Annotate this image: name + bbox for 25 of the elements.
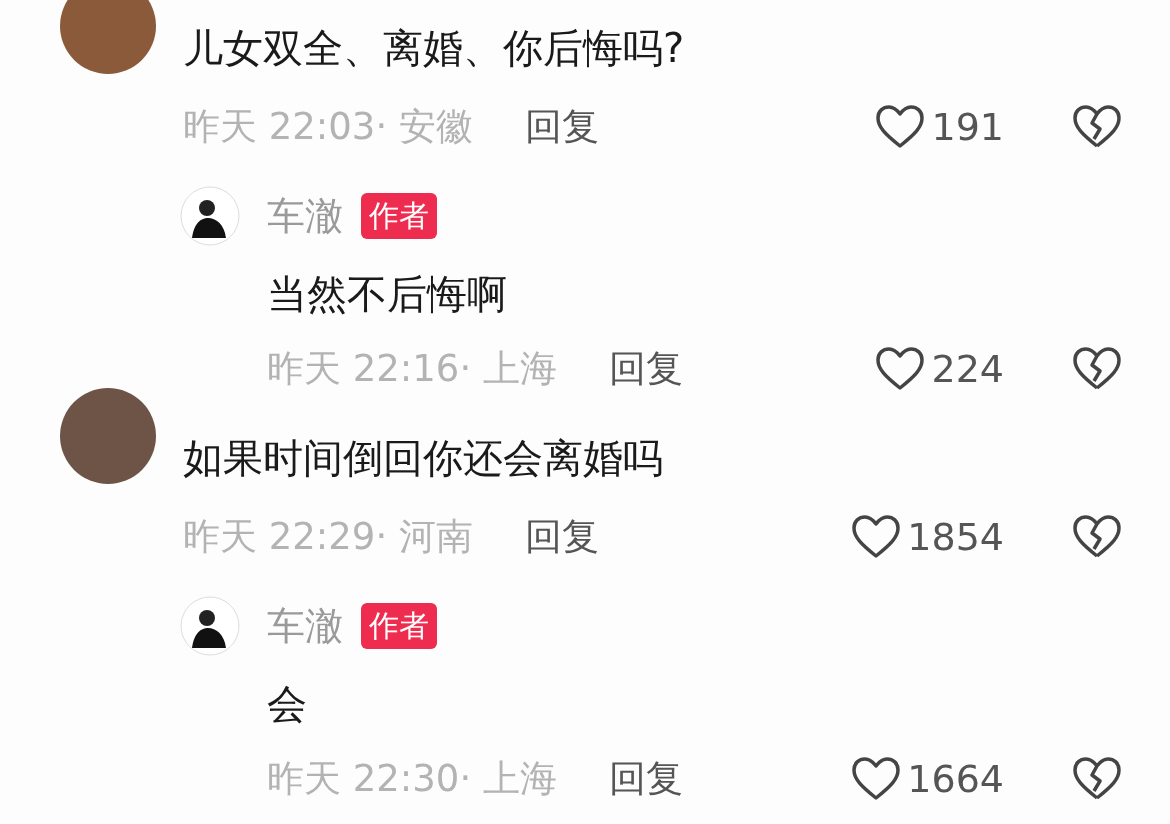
like-icon[interactable] [875,345,926,393]
avatar[interactable] [180,186,240,246]
timestamp-location: 昨天 22:29· 河南 [183,514,473,560]
avatar[interactable] [180,596,240,656]
timestamp-location: 昨天 22:16· 上海 [267,346,557,392]
like-count: 224 [931,347,1004,391]
comment-text: 如果时间倒回你还会离婚吗 [183,434,663,483]
reply-text: 会 [267,680,307,729]
reply-text: 当然不后悔啊 [267,270,507,319]
like-icon[interactable] [851,513,902,561]
like-icon[interactable] [851,755,902,803]
avatar[interactable] [58,386,158,486]
author-badge: 作者 [361,193,437,239]
like-count: 1854 [907,515,1004,559]
like-icon[interactable] [875,103,926,151]
reply-button[interactable]: 回复 [608,754,683,804]
comment-text: 儿女双全、离婚、你后悔吗? [183,24,685,73]
timestamp-location: 昨天 22:03· 安徽 [183,104,473,150]
like-count: 1664 [907,757,1004,801]
like-count: 191 [931,105,1004,149]
timestamp-location: 昨天 22:30· 上海 [267,756,557,802]
reply-button[interactable]: 回复 [608,344,683,394]
reply-button[interactable]: 回复 [524,102,599,152]
author-badge: 作者 [361,603,437,649]
reply-button[interactable]: 回复 [524,512,599,562]
